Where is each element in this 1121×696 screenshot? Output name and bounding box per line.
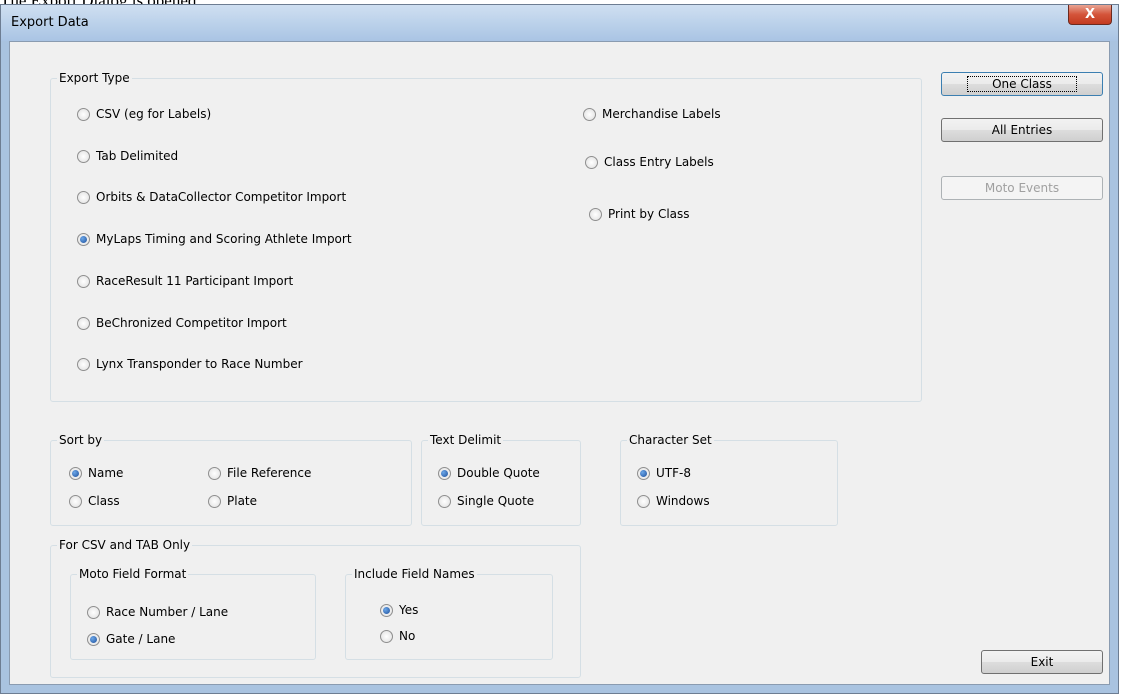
title-bar: Export Data X (1, 5, 1118, 41)
radio-label: Single Quote (457, 494, 535, 508)
radio-label: BeChronized Competitor Import (96, 316, 287, 330)
radio-label: UTF-8 (656, 466, 691, 480)
radio-sort-file-reference[interactable]: File Reference (208, 466, 311, 480)
radio-label: Name (88, 466, 124, 480)
radio-indicator (77, 357, 90, 371)
radio-label: RaceResult 11 Participant Import (96, 274, 294, 288)
radio-sort-name[interactable]: Name (69, 466, 123, 480)
radio-label: Class Entry Labels (604, 155, 714, 169)
radio-indicator (380, 603, 393, 617)
radio-print-by-class[interactable]: Print by Class (589, 207, 690, 221)
button-label: Exit (1030, 655, 1054, 669)
button-label: One Class (967, 76, 1077, 92)
radio-label: Tab Delimited (96, 149, 179, 163)
window-title: Export Data (11, 15, 89, 30)
radio-label: Windows (656, 494, 710, 508)
radio-bechronized[interactable]: BeChronized Competitor Import (77, 316, 287, 330)
sort-by-group: Sort by Name File Reference Class Plate (50, 433, 412, 526)
radio-label: Plate (227, 494, 258, 508)
radio-label: Orbits & DataCollector Competitor Import (96, 190, 347, 204)
radio-indicator (589, 207, 602, 221)
radio-indicator (69, 494, 82, 508)
radio-label: MyLaps Timing and Scoring Athlete Import (96, 232, 352, 246)
export-type-legend: Export Type (57, 71, 132, 85)
radio-label: Double Quote (457, 466, 540, 480)
radio-label: Race Number / Lane (106, 605, 229, 619)
radio-label: Yes (399, 603, 419, 617)
radio-sort-plate[interactable]: Plate (208, 494, 257, 508)
radio-utf8[interactable]: UTF-8 (637, 466, 691, 480)
radio-class-entry-labels[interactable]: Class Entry Labels (585, 155, 714, 169)
button-label: Moto Events (984, 181, 1060, 195)
one-class-button[interactable]: One Class (941, 72, 1103, 96)
radio-indicator (208, 494, 221, 508)
radio-label: No (399, 629, 416, 643)
radio-indicator (583, 107, 596, 121)
radio-indicator (87, 605, 100, 619)
radio-indicator (69, 466, 82, 480)
radio-indicator (438, 466, 451, 480)
moto-field-format-group: Moto Field Format Race Number / Lane Gat… (70, 567, 316, 660)
radio-raceresult[interactable]: RaceResult 11 Participant Import (77, 274, 293, 288)
radio-indicator (77, 274, 90, 288)
radio-indicator (77, 316, 90, 330)
button-label: All Entries (991, 123, 1053, 137)
radio-merchandise-labels[interactable]: Merchandise Labels (583, 107, 721, 121)
radio-label: Class (88, 494, 120, 508)
radio-indicator (637, 466, 650, 480)
radio-mylaps[interactable]: MyLaps Timing and Scoring Athlete Import (77, 232, 352, 246)
radio-label: Print by Class (608, 207, 690, 221)
radio-label: Gate / Lane (106, 632, 176, 646)
radio-race-number-lane[interactable]: Race Number / Lane (87, 605, 228, 619)
radio-label: Merchandise Labels (602, 107, 721, 121)
radio-label: Lynx Transponder to Race Number (96, 357, 303, 371)
close-button[interactable]: X (1068, 5, 1112, 25)
moto-field-format-legend: Moto Field Format (77, 567, 189, 581)
dialog-client-area: Export Type CSV (eg for Labels) Tab Deli… (9, 41, 1110, 685)
radio-sort-class[interactable]: Class (69, 494, 120, 508)
include-field-names-group: Include Field Names Yes No (345, 567, 553, 660)
moto-events-button[interactable]: Moto Events (941, 176, 1103, 200)
radio-label: File Reference (227, 466, 312, 480)
character-set-group: Character Set UTF-8 Windows (620, 433, 838, 526)
radio-double-quote[interactable]: Double Quote (438, 466, 540, 480)
radio-indicator (77, 107, 90, 121)
radio-csv[interactable]: CSV (eg for Labels) (77, 107, 211, 121)
radio-single-quote[interactable]: Single Quote (438, 494, 534, 508)
radio-tab-delimited[interactable]: Tab Delimited (77, 149, 178, 163)
text-delimit-legend: Text Delimit (428, 433, 504, 447)
radio-indicator (208, 466, 221, 480)
csv-tab-legend: For CSV and TAB Only (57, 538, 193, 552)
radio-indicator (77, 232, 90, 246)
radio-include-yes[interactable]: Yes (380, 603, 418, 617)
csv-tab-group: For CSV and TAB Only Moto Field Format R… (50, 538, 581, 678)
exit-button[interactable]: Exit (981, 650, 1103, 674)
character-set-legend: Character Set (627, 433, 714, 447)
radio-orbits-datacollector[interactable]: Orbits & DataCollector Competitor Import (77, 190, 346, 204)
radio-indicator (87, 632, 100, 646)
text-delimit-group: Text Delimit Double Quote Single Quote (421, 433, 581, 526)
radio-gate-lane[interactable]: Gate / Lane (87, 632, 175, 646)
radio-indicator (585, 155, 598, 169)
radio-indicator (77, 149, 90, 163)
close-icon: X (1084, 7, 1096, 22)
export-data-dialog: Export Data X Export Type CSV (eg for La… (0, 4, 1119, 694)
radio-include-no[interactable]: No (380, 629, 415, 643)
radio-indicator (77, 190, 90, 204)
all-entries-button[interactable]: All Entries (941, 118, 1103, 142)
radio-indicator (380, 629, 393, 643)
radio-windows[interactable]: Windows (637, 494, 710, 508)
export-type-group: Export Type CSV (eg for Labels) Tab Deli… (50, 71, 922, 402)
radio-label: CSV (eg for Labels) (96, 107, 212, 121)
sort-by-legend: Sort by (57, 433, 105, 447)
radio-lynx[interactable]: Lynx Transponder to Race Number (77, 357, 303, 371)
radio-indicator (637, 494, 650, 508)
include-field-names-legend: Include Field Names (352, 567, 477, 581)
radio-indicator (438, 494, 451, 508)
